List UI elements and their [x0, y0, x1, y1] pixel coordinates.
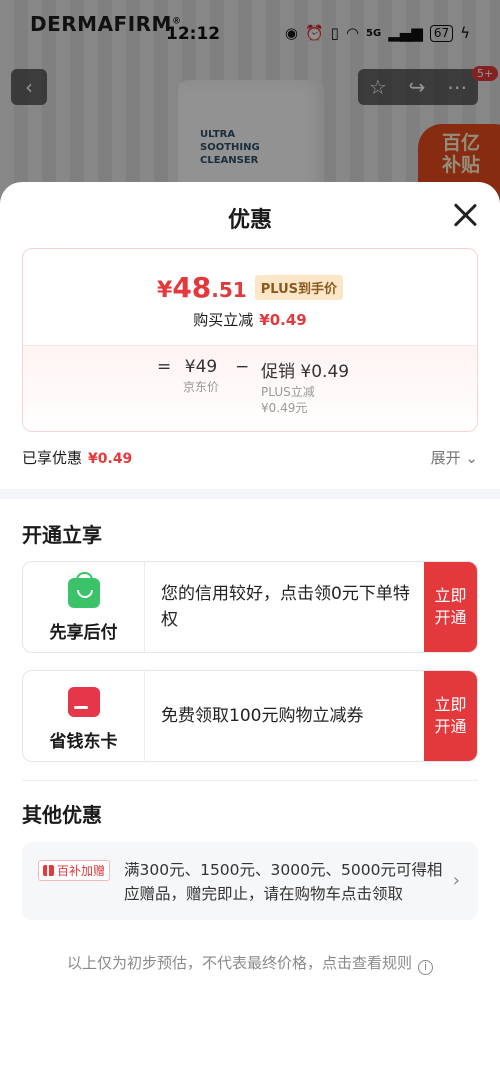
- offer-name: 省钱东卡: [49, 732, 118, 752]
- offer-savings-card[interactable]: 省钱东卡 免费领取100元购物立减券 立即开通: [22, 670, 478, 762]
- enjoyed-discount: 已享优惠 ¥0.49: [22, 447, 132, 468]
- promo-value: 促销 ¥0.49: [261, 362, 350, 382]
- gift-tag-label: 百补加赠: [57, 864, 106, 878]
- price-breakdown-area: [23, 345, 477, 431]
- base-price-value: ¥49: [184, 357, 218, 377]
- promo-sub-label: PLUS立减: [261, 385, 315, 399]
- promo-sub-value: ¥0.49元: [261, 401, 308, 415]
- price-currency: ¥: [157, 278, 173, 303]
- rules-note[interactable]: 以上仅为初步预估，不代表最终价格，点击查看规则 i: [0, 952, 500, 975]
- final-price: ¥ 48 .51 PLUS到手价: [23, 271, 477, 304]
- divider: [22, 780, 478, 781]
- offer-left: 先享后付: [23, 562, 145, 652]
- reduce-label: 购买立减: [193, 311, 254, 329]
- reduce-value: ¥0.49: [259, 311, 307, 329]
- gift-tag: 百补加赠: [38, 860, 111, 881]
- enjoyed-label: 已享优惠: [22, 449, 83, 467]
- expand-button[interactable]: 展开 ⌄: [431, 447, 478, 468]
- equals-sign: =: [157, 357, 172, 377]
- close-icon[interactable]: [452, 202, 478, 228]
- minus-sign: −: [235, 357, 250, 377]
- section-gap: [0, 489, 500, 499]
- price-integer: 48: [172, 271, 212, 304]
- price-decimal: .51: [211, 278, 247, 302]
- other-section-title: 其他优惠: [22, 803, 102, 827]
- chevron-right-icon: ›: [452, 870, 460, 891]
- base-price-label: 京东价: [183, 380, 220, 394]
- other-offer-item[interactable]: 百补加赠 满300元、1500元、3000元、5000元可得相应赠品，赠完即止，…: [22, 842, 478, 920]
- plus-price-tag: PLUS到手价: [254, 275, 343, 300]
- open-now-button[interactable]: 立即开通: [424, 671, 477, 761]
- info-icon[interactable]: i: [418, 960, 433, 975]
- enjoyed-value: ¥0.49: [88, 451, 133, 467]
- gift-icon: [43, 865, 54, 876]
- discount-sheet: 优惠 ¥ 48 .51 PLUS到手价 购买立减 ¥0.49 = ¥49 京东价 …: [0, 182, 500, 1085]
- rules-note-text: 以上仅为初步预估，不代表最终价格，点击查看规则: [66, 954, 412, 972]
- purchase-reduction: 购买立减 ¥0.49: [23, 309, 477, 330]
- offer-description: 您的信用较好，点击领0元下单特权: [161, 584, 410, 630]
- open-section-title: 开通立享: [22, 523, 102, 547]
- open-now-button[interactable]: 立即开通: [424, 562, 477, 652]
- offer-description: 免费领取100元购物立减券: [161, 706, 364, 726]
- promo-discount: 促销 ¥0.49 PLUS立减 ¥0.49元: [261, 357, 349, 416]
- offer-left: 省钱东卡: [23, 671, 145, 761]
- other-offer-text: 满300元、1500元、3000元、5000元可得相应赠品，赠完即止，请在购物车…: [124, 861, 443, 903]
- card-icon: [68, 687, 100, 717]
- base-price: ¥49 京东价: [183, 357, 219, 395]
- shopping-bag-icon: [68, 572, 100, 608]
- sheet-title: 优惠: [227, 208, 272, 233]
- price-card: ¥ 48 .51 PLUS到手价 购买立减 ¥0.49 = ¥49 京东价 − 促…: [22, 248, 478, 432]
- offer-name: 先享后付: [49, 623, 118, 643]
- offer-pay-later[interactable]: 先享后付 您的信用较好，点击领0元下单特权 立即开通: [22, 561, 478, 653]
